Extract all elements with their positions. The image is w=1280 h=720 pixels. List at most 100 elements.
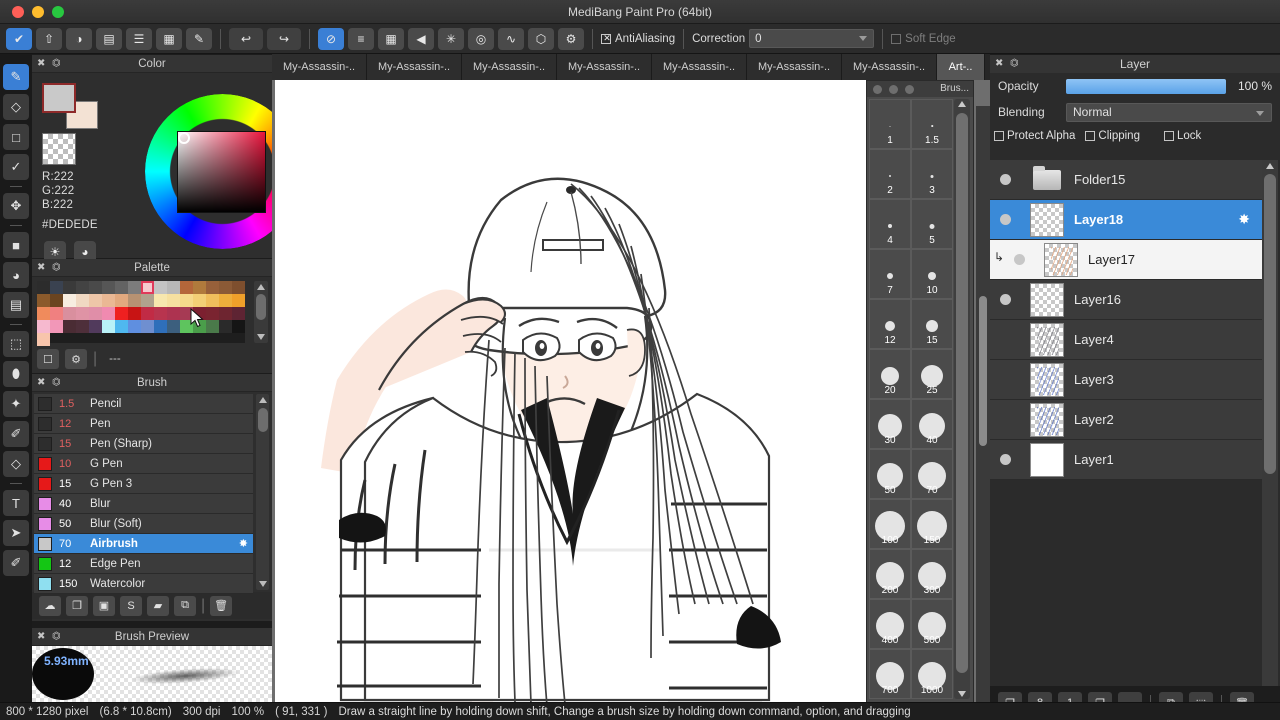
scroll-thumb[interactable] bbox=[956, 113, 968, 673]
scroll-up-icon[interactable] bbox=[1266, 163, 1274, 169]
palette-swatch[interactable] bbox=[102, 294, 115, 307]
layer-visibility-toggle[interactable] bbox=[990, 414, 1020, 425]
palette-swatch[interactable] bbox=[50, 281, 63, 294]
new-palette-button[interactable]: ☐ bbox=[37, 349, 59, 369]
palette-swatch[interactable] bbox=[232, 307, 245, 320]
palette-swatch[interactable] bbox=[102, 281, 115, 294]
layer-list-item[interactable]: Layer3 bbox=[990, 360, 1262, 400]
brush-size-cell[interactable]: 2 bbox=[869, 149, 911, 199]
close-icon[interactable]: ✖ bbox=[37, 631, 45, 643]
palette-swatch[interactable] bbox=[193, 281, 206, 294]
palette-swatch[interactable] bbox=[128, 281, 141, 294]
palette-swatch[interactable] bbox=[232, 281, 245, 294]
timeline-icon[interactable]: ▦ bbox=[156, 27, 182, 50]
palette-swatch[interactable] bbox=[232, 294, 245, 307]
document-icon[interactable]: ☰ bbox=[126, 27, 152, 50]
palette-swatch[interactable] bbox=[89, 294, 102, 307]
palette-swatch[interactable] bbox=[206, 307, 219, 320]
palette-swatch[interactable] bbox=[89, 281, 102, 294]
palette-swatch[interactable] bbox=[76, 307, 89, 320]
brush-size-grid[interactable]: 1 1.5 2 3 4 5 7 10 12 15 20 25 30 40 50 70 100 150 200 300 4… bbox=[869, 99, 953, 700]
share-upload-icon[interactable]: ⇧ bbox=[36, 27, 62, 50]
palette-swatch[interactable] bbox=[167, 294, 180, 307]
brush-settings-gear-icon[interactable]: ✸ bbox=[239, 537, 248, 550]
scroll-up-icon[interactable] bbox=[257, 284, 265, 290]
close-icon[interactable]: ✖ bbox=[37, 58, 45, 70]
close-icon[interactable] bbox=[873, 85, 882, 94]
palette-swatch[interactable] bbox=[180, 281, 193, 294]
palette-swatch[interactable] bbox=[115, 281, 128, 294]
lasso-select-tool[interactable]: ⬮ bbox=[3, 361, 29, 387]
palette-swatch[interactable] bbox=[76, 281, 89, 294]
edit-table-icon[interactable]: ✎ bbox=[186, 27, 212, 50]
brush-size-cell[interactable]: 1.5 bbox=[911, 99, 953, 149]
brush-list-item[interactable]: 10 G Pen bbox=[34, 454, 253, 474]
brush-size-cell[interactable]: 300 bbox=[911, 549, 953, 599]
layer-visibility-toggle[interactable] bbox=[990, 334, 1020, 345]
palette-swatch[interactable] bbox=[63, 281, 76, 294]
palette-swatch[interactable] bbox=[63, 294, 76, 307]
palette-swatch[interactable] bbox=[193, 294, 206, 307]
scroll-down-icon[interactable] bbox=[257, 334, 265, 340]
brush-size-cell[interactable]: 40 bbox=[911, 399, 953, 449]
foreground-color-swatch[interactable] bbox=[42, 83, 76, 113]
shape-tool[interactable]: □ bbox=[3, 124, 29, 150]
lock-toggle[interactable]: Lock bbox=[1163, 130, 1201, 142]
scroll-up-icon[interactable] bbox=[258, 397, 267, 403]
text-tool[interactable]: T bbox=[3, 490, 29, 516]
brush-scrollbar[interactable] bbox=[256, 394, 269, 590]
brush-list[interactable]: 1.5 Pencil 12 Pen 15 Pen (Sharp) 10 G Pen 15 G Pe… bbox=[32, 392, 272, 594]
brush-size-cell[interactable]: 1 bbox=[869, 99, 911, 149]
brush-tool[interactable]: ✎ bbox=[3, 64, 29, 90]
palette-swatch[interactable] bbox=[37, 320, 50, 333]
palette-swatch[interactable] bbox=[37, 333, 50, 346]
palette-swatch[interactable] bbox=[141, 320, 154, 333]
brush-size-cell[interactable]: 4 bbox=[869, 199, 911, 249]
duplicate-brush-button[interactable]: ⧉ bbox=[174, 595, 196, 616]
palette-swatch[interactable] bbox=[115, 320, 128, 333]
layer-visibility-toggle[interactable] bbox=[990, 214, 1020, 225]
palette-swatch[interactable] bbox=[37, 281, 50, 294]
brush-size-cell[interactable]: 30 bbox=[869, 399, 911, 449]
layer-settings-gear-icon[interactable]: ✸ bbox=[1238, 211, 1250, 228]
close-icon[interactable]: ✖ bbox=[37, 262, 45, 274]
brush-folder-button[interactable]: ▰ bbox=[147, 595, 169, 616]
brush-size-cell[interactable]: 700 bbox=[869, 649, 911, 699]
select-eraser-tool[interactable]: ◇ bbox=[3, 451, 29, 477]
blending-mode-select[interactable]: Normal bbox=[1066, 102, 1272, 122]
magic-wand-tool[interactable]: ✦ bbox=[3, 391, 29, 417]
close-icon[interactable]: ✖ bbox=[37, 377, 45, 389]
palette-swatch[interactable] bbox=[219, 294, 232, 307]
layer-visibility-toggle[interactable] bbox=[990, 174, 1020, 185]
float-panel-icon[interactable]: ⏣ bbox=[52, 377, 61, 389]
palette-swatch[interactable] bbox=[219, 307, 232, 320]
settings-gear-icon[interactable]: ⚙ bbox=[558, 27, 584, 50]
document-tab[interactable]: My-Assassin-.. bbox=[842, 54, 937, 80]
brush-size-cell[interactable]: 1000 bbox=[911, 649, 953, 699]
saturation-value-box[interactable] bbox=[177, 131, 266, 213]
palette-swatch[interactable] bbox=[141, 307, 154, 320]
layer-visibility-toggle[interactable] bbox=[1004, 254, 1034, 265]
palette-swatch[interactable] bbox=[141, 294, 154, 307]
brush-list-item[interactable]: 70 Airbrush ✸ bbox=[34, 534, 253, 554]
scroll-thumb[interactable] bbox=[256, 294, 266, 320]
brush-size-cell[interactable]: 400 bbox=[869, 599, 911, 649]
brush-size-cell[interactable]: 7 bbox=[869, 249, 911, 299]
palette-swatch[interactable] bbox=[102, 307, 115, 320]
curve-icon[interactable]: ∿ bbox=[498, 27, 524, 50]
brain-icon[interactable]: ◑ bbox=[66, 27, 92, 50]
brush-size-cell[interactable]: 50 bbox=[869, 449, 911, 499]
close-icon[interactable]: ✖ bbox=[995, 58, 1003, 70]
scroll-down-icon[interactable] bbox=[958, 691, 966, 697]
no-correction-icon[interactable]: ⊘ bbox=[318, 27, 344, 50]
delete-brush-button[interactable]: 🗑 bbox=[210, 595, 233, 616]
brush-size-cell[interactable]: 20 bbox=[869, 349, 911, 399]
layer-visibility-toggle[interactable] bbox=[990, 454, 1020, 465]
palette-swatch[interactable] bbox=[167, 320, 180, 333]
palette-swatch[interactable] bbox=[206, 294, 219, 307]
brush-list-item[interactable]: 15 Pen (Sharp) bbox=[34, 434, 253, 454]
brush-list-item[interactable]: 15 G Pen 3 bbox=[34, 474, 253, 494]
palette-swatch[interactable] bbox=[63, 320, 76, 333]
palette-swatch[interactable] bbox=[50, 307, 63, 320]
perspective-icon[interactable]: ◀ bbox=[408, 27, 434, 50]
